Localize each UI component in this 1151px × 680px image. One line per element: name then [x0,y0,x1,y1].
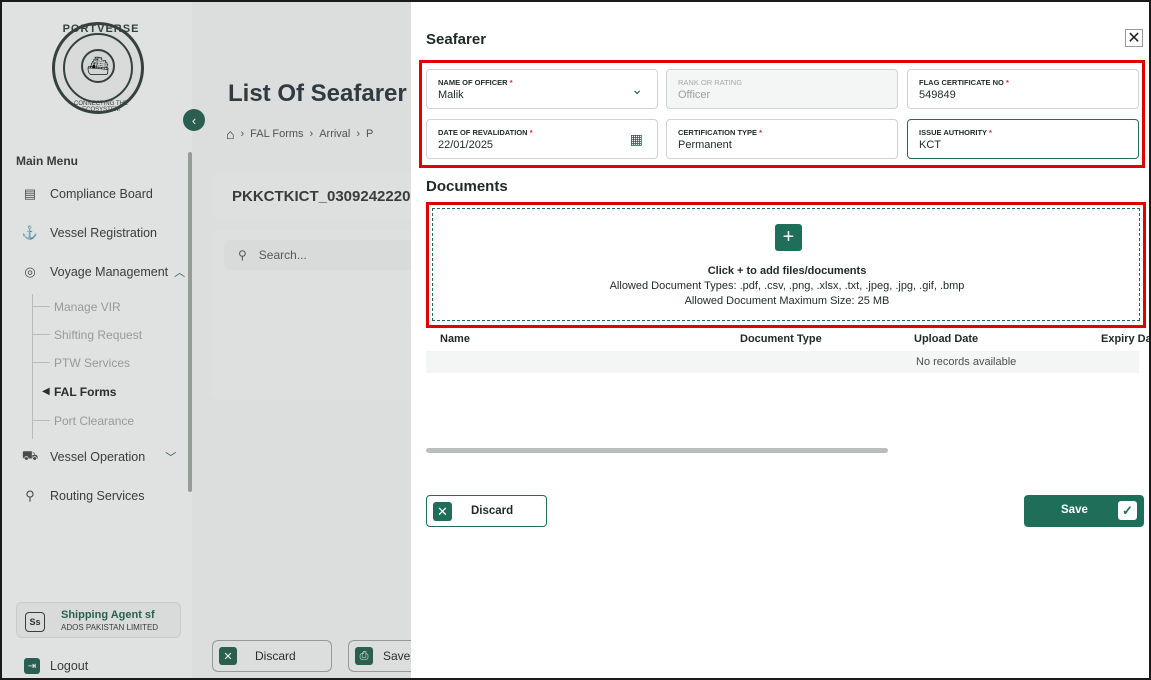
document-dropzone[interactable]: + Click + to add files/documents Allowed… [432,208,1140,321]
column-header-name[interactable]: Name [440,333,470,345]
flag-certificate-no-field[interactable]: FLAG CERTIFICATE NO * 549849 [907,69,1139,109]
name-of-officer-value: Malik [438,89,464,101]
seafarer-drawer: Seafarer ✕ NAME OF OFFICER * Malik ⌄ RAN… [411,2,1149,678]
calendar-icon[interactable]: ▦ [630,131,643,148]
column-header-document-type[interactable]: Document Type [740,333,822,345]
certification-type-field[interactable]: CERTIFICATION TYPE * Permanent [666,119,898,159]
table-empty-row: No records available [426,351,1139,373]
chevron-down-icon: ⌄ [631,81,643,97]
column-header-upload-date[interactable]: Upload Date [914,333,978,345]
add-document-button[interactable]: + [775,224,802,251]
issue-authority-value: KCT [919,139,941,151]
rank-or-rating-field: RANK OR RATING Officer [666,69,898,109]
empty-state-text: No records available [916,356,1017,368]
modal-backdrop[interactable] [2,2,412,678]
allowed-types-text: Allowed Document Types: .pdf, .csv, .png… [609,280,965,292]
certification-type-value: Permanent [678,139,732,151]
check-icon: ✓ [1118,501,1137,520]
upload-highlight: + Click + to add files/documents Allowed… [426,202,1146,328]
date-of-revalidation-field[interactable]: DATE OF REVALIDATION * 22/01/2025 ▦ [426,119,658,159]
add-hint: Click + to add files/documents [707,265,867,277]
drawer-title: Seafarer [426,31,487,48]
documents-heading: Documents [426,178,508,195]
close-icon[interactable]: ✕ [1125,29,1143,47]
rank-or-rating-value: Officer [678,89,711,101]
documents-table-header: Name Document Type Upload Date Expiry Da [426,330,1149,350]
max-size-text: Allowed Document Maximum Size: 25 MB [684,295,890,307]
date-of-revalidation-value: 22/01/2025 [438,139,494,151]
app-window: PORTVERSE ⛴ CONNECTING THE ECOSYSTEM Mai… [0,0,1151,680]
flag-certificate-no-value: 549849 [919,89,956,101]
issue-authority-field[interactable]: ISSUE AUTHORITY * KCT [907,119,1139,159]
close-icon: ✕ [433,502,452,521]
name-of-officer-select[interactable]: NAME OF OFFICER * Malik ⌄ [426,69,658,109]
table-horizontal-scrollbar[interactable] [426,448,888,453]
discard-button[interactable]: ✕ Discard [426,495,547,527]
column-header-expiry-date[interactable]: Expiry Da [1101,333,1149,345]
save-button[interactable]: Save ✓ [1024,495,1144,527]
